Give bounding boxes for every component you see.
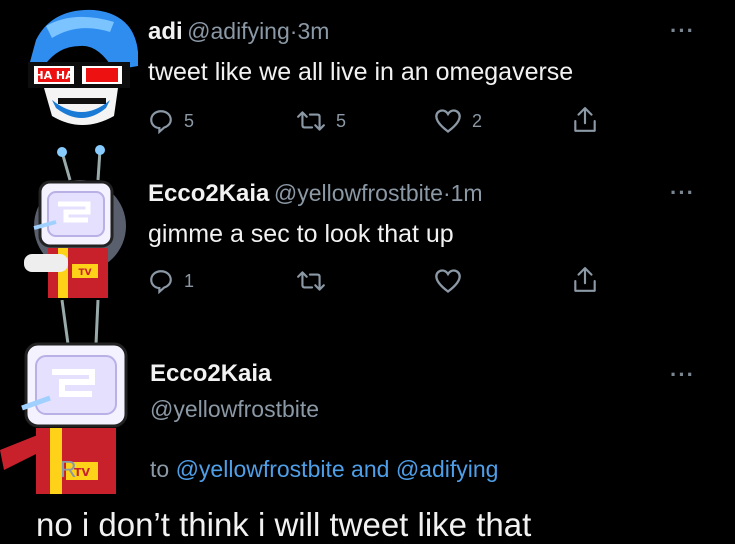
pixel-avatar-icon: HA HA — [28, 9, 138, 125]
timestamp[interactable]: 3m — [297, 18, 329, 44]
user-handle[interactable]: @yellowfrostbite — [274, 180, 443, 206]
separator-dot: · — [442, 180, 451, 206]
tweet-text: tweet like we all live in an omegaverse — [148, 58, 574, 86]
avatar-ecco2kaia-large[interactable]: TV — [0, 299, 160, 500]
display-name[interactable]: Ecco2Kaia — [148, 180, 269, 207]
more-options-button[interactable]: ··· — [670, 18, 695, 44]
reply-button[interactable]: 1 — [148, 268, 194, 294]
mention-link[interactable]: @yellowfrostbite — [176, 456, 345, 482]
svg-text:HA HA: HA HA — [34, 69, 74, 82]
retweet-icon — [297, 111, 325, 131]
reply-button[interactable]: 5 — [148, 108, 194, 134]
display-name[interactable]: Ecco2Kaia — [150, 360, 271, 388]
tv-robot-avatar-icon: TV — [0, 299, 128, 494]
like-button[interactable] — [434, 268, 462, 294]
share-icon — [574, 107, 596, 132]
retweet-icon — [297, 271, 325, 291]
replying-to-text: to @yellowfrostbite and @adifying — [150, 456, 498, 483]
mention-connector: and — [351, 456, 390, 482]
replying-to-line: R — [60, 456, 77, 483]
like-count: 2 — [472, 110, 483, 131]
more-options-button[interactable]: ··· — [670, 362, 695, 388]
user-handle[interactable]: @yellowfrostbite — [150, 396, 319, 423]
timestamp[interactable]: 1m — [451, 180, 483, 206]
reply-icon — [150, 270, 172, 294]
share-button[interactable] — [572, 106, 598, 134]
heart-icon — [435, 269, 461, 293]
like-button[interactable]: 2 — [434, 108, 482, 134]
replying-to-label: to — [150, 456, 170, 482]
tweet-header: adi @adifying·3m — [148, 18, 329, 46]
replying-prefix: R — [60, 456, 77, 482]
retweet-button[interactable]: 5 — [296, 108, 346, 134]
reply-count: 1 — [184, 270, 195, 291]
tv-robot-avatar-icon: TV — [24, 145, 126, 298]
mention-link[interactable]: @adifying — [396, 456, 499, 482]
tweet-text: gimme a sec to look that up — [148, 220, 454, 248]
retweet-button[interactable] — [296, 268, 326, 294]
avatar-ecco2kaia[interactable]: TV — [18, 140, 138, 300]
display-name[interactable]: adi — [148, 18, 183, 45]
user-handle[interactable]: @adifying — [187, 18, 290, 44]
svg-text:TV: TV — [78, 268, 91, 278]
avatar-adi[interactable]: HA HA — [22, 4, 144, 132]
share-icon — [574, 267, 596, 292]
retweet-count: 5 — [336, 110, 347, 131]
reply-icon — [150, 110, 172, 134]
heart-icon — [435, 109, 461, 133]
reply-count: 5 — [184, 110, 195, 131]
share-button[interactable] — [572, 266, 598, 294]
focused-tweet-text: no i don’t think i will tweet like that — [36, 506, 532, 543]
more-options-button[interactable]: ··· — [670, 180, 695, 206]
tweet-header: Ecco2Kaia @yellowfrostbite·1m — [148, 180, 483, 208]
